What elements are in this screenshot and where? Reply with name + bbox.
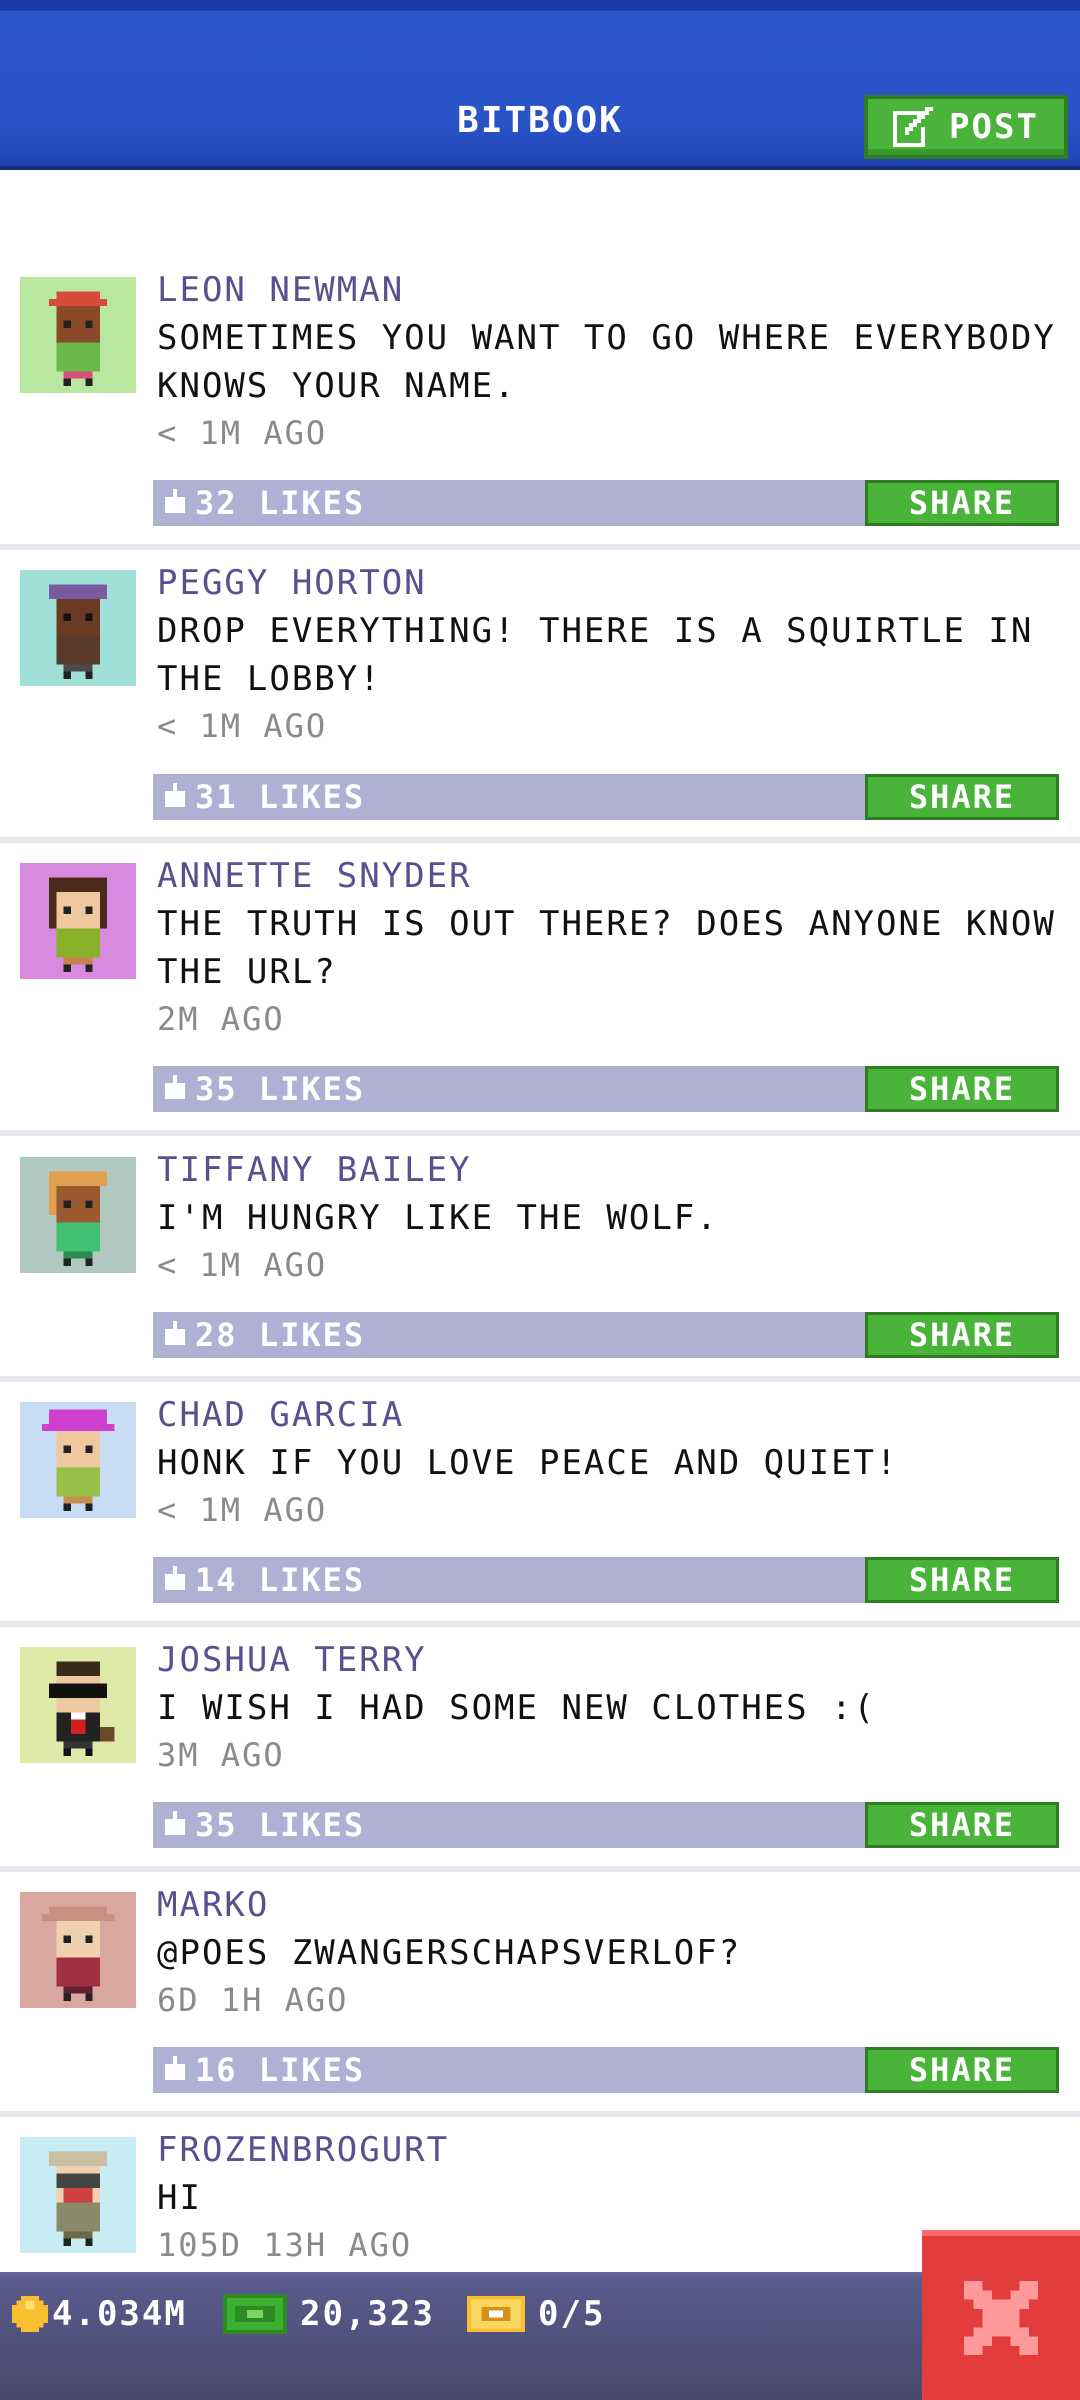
post-message: I'M HUNGRY LIKE THE WOLF. xyxy=(157,1198,719,1238)
post-author[interactable]: TIFFANY BAILEY xyxy=(157,1150,472,1190)
avatar xyxy=(20,1892,136,2008)
edit-icon xyxy=(893,107,934,147)
share-button[interactable]: SHARE xyxy=(865,2047,1059,2093)
likes-bar[interactable]: 31 LIKES xyxy=(153,774,865,820)
post-message: SOMETIMES YOU WANT TO GO WHERE EVERYBODY… xyxy=(157,318,1056,406)
post-author[interactable]: FROZENBROGURT xyxy=(157,2130,449,2170)
likes-bar[interactable]: 35 LIKES xyxy=(153,1802,865,1848)
avatar xyxy=(20,570,136,686)
avatar xyxy=(20,2137,136,2253)
divider xyxy=(0,837,1080,843)
status-bar xyxy=(0,2272,1080,2400)
likes-count: 14 LIKES xyxy=(195,1561,366,1599)
post-message: HONK IF YOU LOVE PEACE AND QUIET! xyxy=(157,1443,899,1483)
avatar xyxy=(20,863,136,979)
divider xyxy=(0,544,1080,550)
thumbs-up-icon xyxy=(165,1321,185,1345)
post-time: 6D 1H AGO xyxy=(157,1981,349,2019)
tickets-stat: 0/5 xyxy=(466,2294,605,2334)
coin-icon xyxy=(12,2296,48,2332)
post-author[interactable]: LEON NEWMAN xyxy=(157,270,404,310)
post-time: < 1M AGO xyxy=(157,1491,328,1529)
likes-bar[interactable]: 32 LIKES xyxy=(153,480,865,526)
likes-count: 35 LIKES xyxy=(195,1070,366,1108)
divider xyxy=(0,2111,1080,2117)
post-time: < 1M AGO xyxy=(157,414,328,452)
post-message: HI xyxy=(157,2178,202,2218)
post-author[interactable]: CHAD GARCIA xyxy=(157,1395,404,1435)
avatar xyxy=(20,1647,136,1763)
post-message: @POES ZWANGERSCHAPSVERLOF? xyxy=(157,1933,742,1973)
divider xyxy=(0,1866,1080,1872)
avatar xyxy=(20,1157,136,1273)
post-message: THE TRUTH IS OUT THERE? DOES ANYONE KNOW… xyxy=(157,904,1056,992)
coins-value: 4.034M xyxy=(52,2294,187,2334)
tickets-value: 0/5 xyxy=(538,2294,606,2334)
bux-stat: 20,323 xyxy=(222,2294,435,2334)
thumbs-up-icon xyxy=(165,1811,185,1835)
avatar xyxy=(20,277,136,393)
share-button[interactable]: SHARE xyxy=(865,774,1059,820)
divider xyxy=(0,1621,1080,1627)
thumbs-up-icon xyxy=(165,1566,185,1590)
thumbs-up-icon xyxy=(165,783,185,807)
thumbs-up-icon xyxy=(165,2056,185,2080)
share-button[interactable]: SHARE xyxy=(865,480,1059,526)
share-button[interactable]: SHARE xyxy=(865,1312,1059,1358)
likes-bar[interactable]: 14 LIKES xyxy=(153,1557,865,1603)
ticket-icon xyxy=(467,2296,525,2332)
thumbs-up-icon xyxy=(165,489,185,513)
bux-icon xyxy=(223,2294,287,2334)
coins-stat: 4.034M xyxy=(12,2294,187,2334)
post-time: < 1M AGO xyxy=(157,1246,328,1284)
post-button[interactable]: POST xyxy=(864,95,1068,159)
likes-bar[interactable]: 35 LIKES xyxy=(153,1066,865,1112)
post-message: I WISH I HAD SOME NEW CLOTHES :( xyxy=(157,1688,877,1728)
post-author[interactable]: JOSHUA TERRY xyxy=(157,1640,427,1680)
likes-count: 31 LIKES xyxy=(195,778,366,816)
post-author[interactable]: ANNETTE SNYDER xyxy=(157,856,472,896)
app-header: BITBOOK POST xyxy=(0,0,1080,170)
likes-count: 32 LIKES xyxy=(195,484,366,522)
share-button[interactable]: SHARE xyxy=(865,1802,1059,1848)
share-button[interactable]: SHARE xyxy=(865,1557,1059,1603)
likes-bar[interactable]: 16 LIKES xyxy=(153,2047,865,2093)
likes-count: 16 LIKES xyxy=(195,2051,366,2089)
post-message: DROP EVERYTHING! THERE IS A SQUIRTLE IN … xyxy=(157,611,1034,699)
post-time: 3M AGO xyxy=(157,1736,285,1774)
post-author[interactable]: PEGGY HORTON xyxy=(157,563,427,603)
close-icon xyxy=(964,2281,1038,2355)
post-time: < 1M AGO xyxy=(157,707,328,745)
divider xyxy=(0,1376,1080,1382)
likes-count: 28 LIKES xyxy=(195,1316,366,1354)
bux-value: 20,323 xyxy=(300,2294,435,2334)
divider xyxy=(0,1130,1080,1136)
avatar xyxy=(20,1402,136,1518)
likes-count: 35 LIKES xyxy=(195,1806,366,1844)
close-button[interactable] xyxy=(922,2230,1080,2400)
post-time: 105D 13H AGO xyxy=(157,2226,413,2264)
thumbs-up-icon xyxy=(165,1075,185,1099)
share-button[interactable]: SHARE xyxy=(865,1066,1059,1112)
likes-bar[interactable]: 28 LIKES xyxy=(153,1312,865,1358)
post-time: 2M AGO xyxy=(157,1000,285,1038)
post-author[interactable]: MARKO xyxy=(157,1885,269,1925)
post-button-label: POST xyxy=(949,107,1039,147)
